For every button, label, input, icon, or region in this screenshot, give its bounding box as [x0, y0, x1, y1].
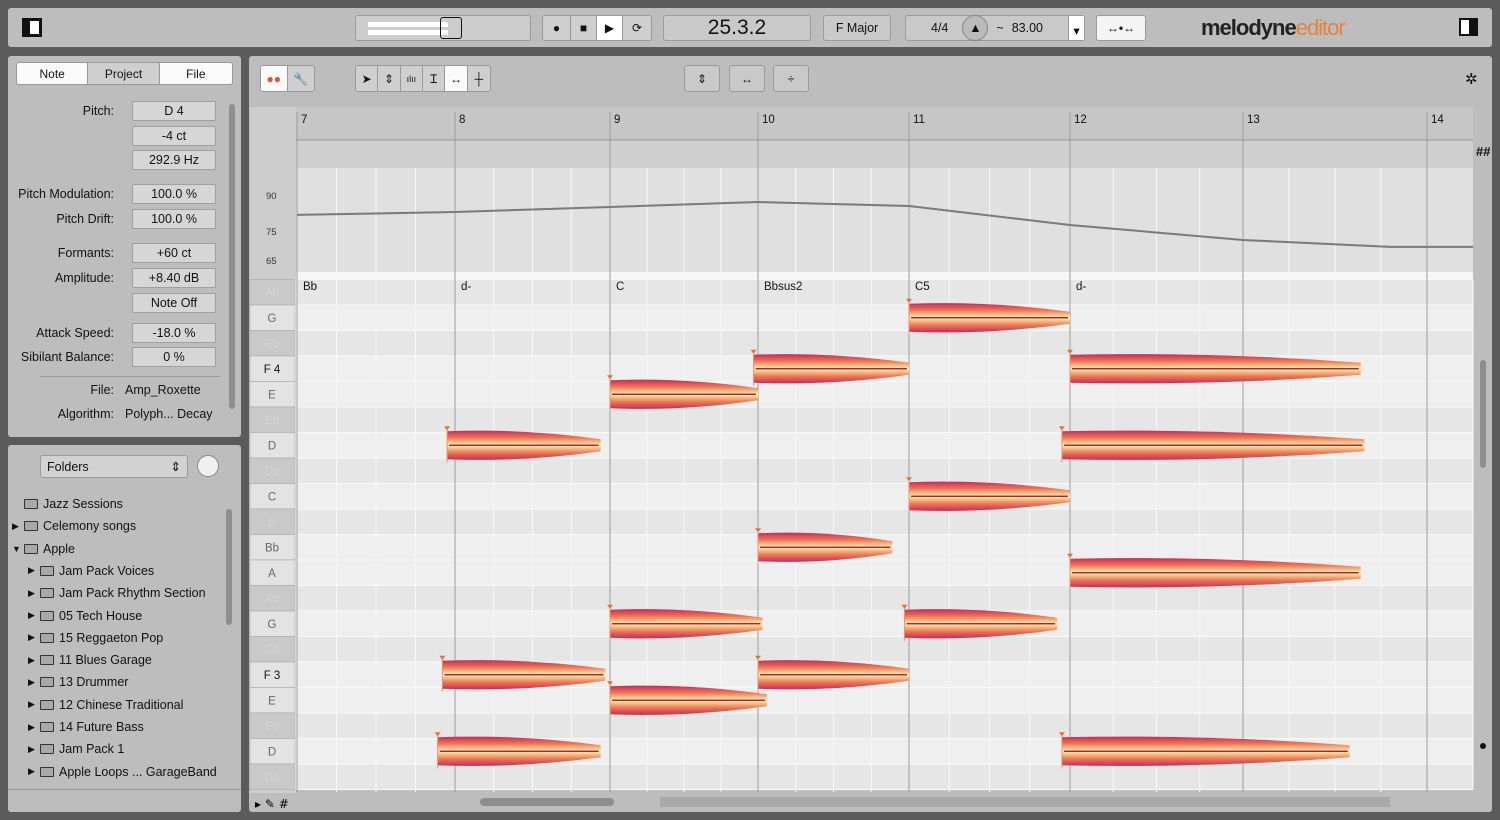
pitch-row [295, 304, 1474, 331]
chord-label[interactable]: d- [1076, 281, 1086, 293]
bar-number: 7 [301, 114, 307, 126]
key-label: Db [265, 466, 280, 478]
pitch-row [295, 610, 1474, 637]
key-label: A [268, 568, 276, 580]
key-label: Gb [264, 645, 279, 657]
pitch-row [295, 406, 1474, 433]
key-label: Bb [265, 543, 279, 555]
key-label: G [268, 619, 277, 631]
horizontal-scrollbar[interactable] [480, 798, 614, 806]
pitch-row [295, 330, 1474, 357]
key-label: F 4 [264, 364, 281, 376]
key-label: F 3 [264, 670, 281, 682]
key-label: Eb [265, 415, 279, 427]
key-label: E [268, 696, 276, 708]
bar-number: 10 [762, 114, 775, 126]
pitch-row [295, 483, 1474, 510]
pitch-row [295, 381, 1474, 408]
key-label: D [268, 747, 276, 759]
ruler[interactable] [296, 107, 1473, 140]
pitch-row [295, 457, 1474, 484]
tempo-header [296, 140, 1473, 168]
bottom-tools-icon[interactable]: ▸ ✎ # [255, 797, 289, 811]
tempo-lane[interactable] [296, 168, 1473, 272]
key-label: G [268, 313, 277, 325]
chord-label[interactable]: Bbsus2 [764, 281, 802, 293]
chord-label[interactable]: Bb [303, 281, 317, 293]
tempo-tick: 65 [266, 256, 277, 267]
key-label: C [268, 492, 276, 504]
pitch-row [295, 585, 1474, 612]
key-label: Ab [265, 288, 279, 300]
key-label: Db [265, 772, 280, 784]
pitch-row [295, 508, 1474, 535]
vertical-scrollbar[interactable] [1480, 360, 1486, 468]
chord-label[interactable]: d- [461, 281, 471, 293]
chord-label[interactable]: C5 [915, 281, 930, 293]
pitch-row [295, 279, 1474, 306]
zoom-slider-handle[interactable] [1480, 743, 1486, 749]
bar-number: 11 [913, 114, 925, 126]
piano-roll[interactable]: Ab G Gb F 4 E Eb D Db C B Bb A Ab G Gb F 3 E Eb D Db 7 8 9 10 11… [0, 0, 1500, 820]
bar-number: 14 [1431, 114, 1444, 126]
bar-number: 8 [459, 114, 465, 126]
bar-number: 12 [1074, 114, 1087, 126]
key-label: D [268, 441, 276, 453]
key-label: Eb [265, 721, 279, 733]
tempo-tick: 90 [266, 191, 277, 202]
key-label: E [268, 390, 276, 402]
tempo-tick: 75 [266, 227, 277, 238]
pitch-row [295, 712, 1474, 739]
key-label: B [268, 517, 276, 529]
key-label: Gb [264, 339, 279, 351]
pitch-row [295, 636, 1474, 663]
bar-number: 13 [1247, 114, 1260, 126]
pitch-row [295, 763, 1474, 790]
bar-number: 9 [614, 114, 620, 126]
overview-waveform [660, 797, 1390, 807]
chord-label[interactable]: C [616, 281, 624, 293]
key-label: Ab [265, 594, 279, 606]
pitch-row [295, 687, 1474, 714]
